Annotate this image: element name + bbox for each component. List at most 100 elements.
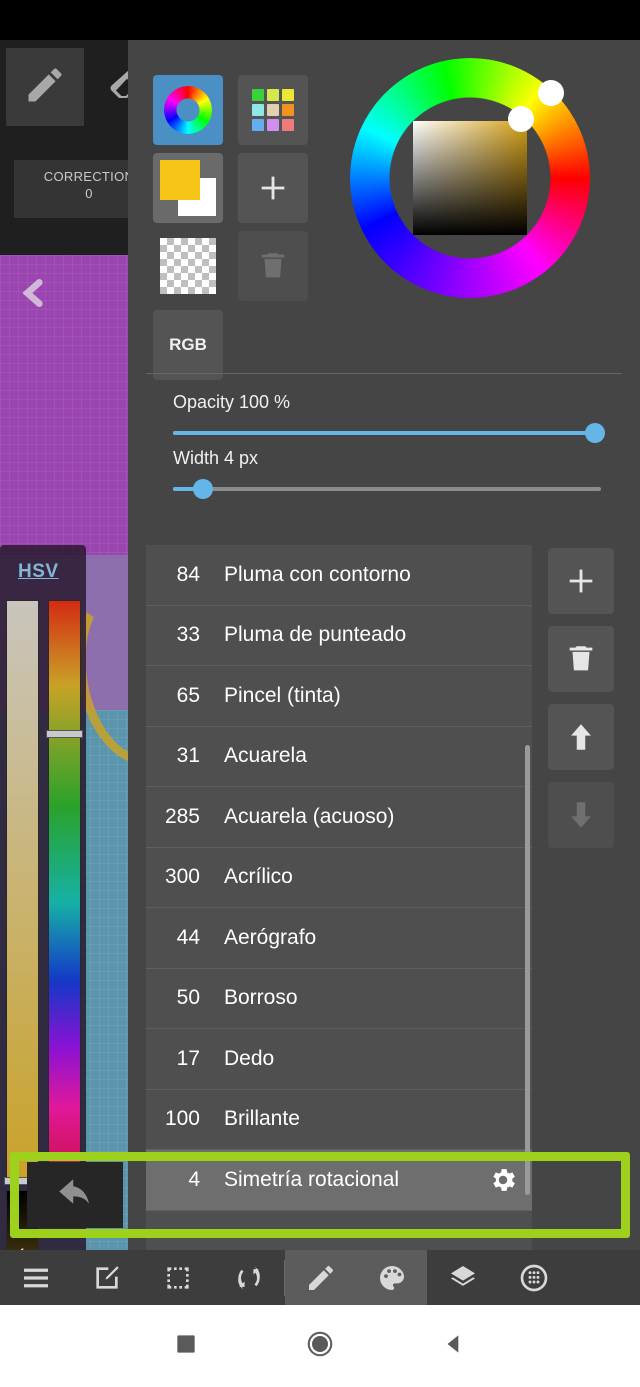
transparency-button[interactable] bbox=[153, 231, 223, 301]
brush-list-row[interactable]: 84 Pluma con contorno bbox=[146, 545, 532, 606]
brush-list-row[interactable]: 31 Acuarela bbox=[146, 727, 532, 787]
rgb-label: RGB bbox=[169, 335, 207, 354]
back-button[interactable] bbox=[441, 1331, 467, 1362]
back-chevron-icon[interactable] bbox=[18, 277, 50, 309]
recents-button[interactable] bbox=[173, 1331, 199, 1362]
brush-list-row[interactable]: 285 Acuarela (acuoso) bbox=[146, 787, 532, 848]
brush-row-name: Acuarela (acuoso) bbox=[224, 804, 395, 828]
opacity-slider[interactable] bbox=[173, 423, 605, 443]
screen: CORRECTION 0 HSV 4 px bbox=[0, 0, 640, 1387]
move-brush-down-button[interactable] bbox=[548, 782, 614, 848]
brush-list-row[interactable]: 4 Simetría rotacional bbox=[146, 1150, 532, 1211]
toolbar-edit-button[interactable] bbox=[71, 1250, 142, 1305]
pencil-icon bbox=[308, 1265, 333, 1290]
brush-row-name: Dedo bbox=[224, 1046, 275, 1070]
opacity-slider-block: Opacity 100 % bbox=[146, 392, 622, 443]
toolbar-transform-button[interactable] bbox=[213, 1250, 284, 1305]
brush-row-name: Pluma con contorno bbox=[224, 562, 411, 586]
brush-row-name: Brillante bbox=[224, 1107, 300, 1131]
width-slider-thumb[interactable] bbox=[193, 479, 213, 499]
square-icon bbox=[177, 1334, 195, 1353]
color-wheel-mode-button[interactable] bbox=[153, 75, 223, 145]
brush-row-name: Pluma de punteado bbox=[224, 623, 407, 647]
add-color-button[interactable] bbox=[238, 153, 308, 223]
correction-value: 0 bbox=[85, 186, 93, 201]
brush-list-row[interactable]: 17 Dedo bbox=[146, 1029, 532, 1090]
plus-icon bbox=[261, 176, 285, 200]
toolbar-brush-button[interactable] bbox=[285, 1250, 356, 1305]
width-slider-block: Width 4 px bbox=[146, 448, 622, 499]
palette-grid-icon bbox=[252, 89, 294, 131]
trash-icon bbox=[261, 253, 285, 278]
trash-icon bbox=[569, 646, 593, 671]
delete-brush-button[interactable] bbox=[548, 626, 614, 692]
drawing-canvas[interactable]: HSV 4 px 100 % bbox=[0, 255, 140, 1250]
hsv-title[interactable]: HSV bbox=[18, 561, 59, 583]
toolbar-layers-button[interactable] bbox=[427, 1250, 498, 1305]
bottom-toolbar bbox=[0, 1250, 640, 1305]
correction-button[interactable]: CORRECTION 0 bbox=[14, 160, 140, 218]
hsv-panel: HSV 4 px 100 % bbox=[0, 545, 86, 1250]
delete-color-button[interactable] bbox=[238, 231, 308, 301]
brush-row-number: 100 bbox=[164, 1107, 200, 1131]
brush-list-scrollbar[interactable] bbox=[525, 745, 530, 1195]
home-button[interactable] bbox=[305, 1329, 335, 1364]
sv-selector-dot[interactable] bbox=[508, 106, 534, 132]
opacity-slider-thumb[interactable] bbox=[585, 423, 605, 443]
brush-list-row[interactable]: 300 Acrílico bbox=[146, 848, 532, 908]
hue-selector-dot[interactable] bbox=[538, 80, 564, 106]
android-navigation-bar bbox=[0, 1305, 640, 1387]
brush-row-number: 65 bbox=[176, 683, 200, 707]
brush-list-row[interactable]: 44 Aerógrafo bbox=[146, 908, 532, 969]
opacity-label: Opacity 100 % bbox=[173, 392, 291, 412]
left-underlayer: CORRECTION 0 HSV 4 px bbox=[0, 40, 140, 1250]
undo-arrow-icon bbox=[59, 1179, 89, 1204]
brush-row-number: 44 bbox=[176, 925, 200, 949]
brush-row-name: Pincel (tinta) bbox=[224, 683, 341, 707]
width-label: Width 4 px bbox=[173, 448, 259, 468]
checkerboard-icon bbox=[160, 238, 216, 294]
brush-row-number: 285 bbox=[164, 804, 200, 828]
brush-list-row[interactable]: 100 Brillante bbox=[146, 1090, 532, 1150]
brush-list-row[interactable]: 50 Borroso bbox=[146, 969, 532, 1029]
hamburger-icon bbox=[23, 1268, 48, 1287]
undo-button[interactable] bbox=[27, 1162, 123, 1228]
toolbar-select-button[interactable] bbox=[142, 1250, 213, 1305]
palette-mode-button[interactable] bbox=[238, 75, 308, 145]
toolbar-menu-button[interactable] bbox=[0, 1250, 71, 1305]
hsv-hue-bar[interactable] bbox=[48, 600, 81, 1205]
compose-icon bbox=[95, 1265, 119, 1289]
arrow-up-icon bbox=[571, 724, 591, 750]
foreground-background-swatch-button[interactable] bbox=[153, 153, 223, 223]
pencil-tool-button[interactable] bbox=[6, 48, 84, 126]
brush-row-number: 50 bbox=[176, 986, 200, 1010]
hsv-saturation-bar[interactable] bbox=[6, 600, 39, 1185]
triangle-back-icon bbox=[447, 1334, 459, 1353]
brush-list-row[interactable]: 65 Pincel (tinta) bbox=[146, 666, 532, 727]
brush-row-name: Simetría rotacional bbox=[224, 1167, 400, 1191]
brush-row-name: Aerógrafo bbox=[224, 925, 317, 949]
color-wheel-picker[interactable] bbox=[350, 58, 590, 298]
color-brush-panel: RGB Opacity 100 % Width 4 px 84 Pluma co… bbox=[128, 40, 640, 1250]
hsv-hue-thumb[interactable] bbox=[46, 730, 83, 738]
saturation-value-square[interactable] bbox=[413, 121, 527, 235]
gear-icon[interactable] bbox=[488, 1165, 518, 1195]
toolbar-color-button[interactable] bbox=[356, 1250, 427, 1305]
brush-row-name: Borroso bbox=[224, 986, 298, 1010]
add-brush-button[interactable] bbox=[548, 548, 614, 614]
arrow-down-icon bbox=[571, 802, 591, 828]
brush-row-number: 300 bbox=[164, 865, 200, 889]
rgb-mode-button[interactable]: RGB bbox=[153, 310, 223, 380]
brush-row-number: 31 bbox=[176, 744, 200, 768]
correction-panel: CORRECTION 0 bbox=[0, 135, 140, 255]
circle-icon bbox=[307, 1331, 333, 1356]
layers-icon bbox=[450, 1265, 475, 1286]
brush-list[interactable]: 84 Pluma con contorno 33 Pluma de punteado 6… bbox=[146, 545, 532, 1250]
brush-row-name: Acrílico bbox=[224, 865, 293, 889]
width-slider[interactable] bbox=[173, 479, 601, 499]
move-brush-up-button[interactable] bbox=[548, 704, 614, 770]
toolbar-material-button[interactable] bbox=[498, 1250, 569, 1305]
selection-icon bbox=[166, 1266, 189, 1289]
brush-list-row[interactable]: 33 Pluma de punteado bbox=[146, 606, 532, 666]
texture-icon bbox=[520, 1264, 547, 1291]
